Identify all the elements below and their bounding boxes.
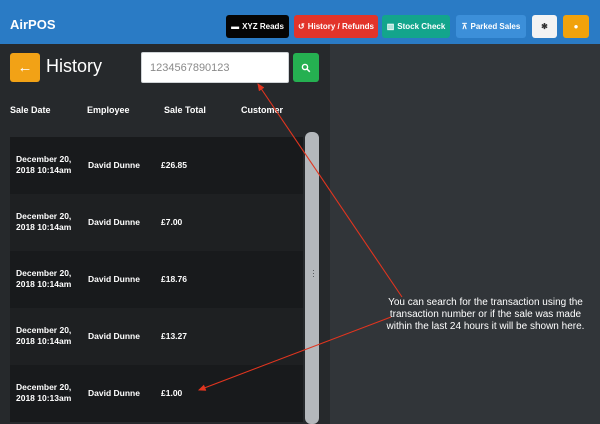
sale-date-cell: December 20, 2018 10:13am (16, 382, 72, 403)
stock-check-label: Stock Check (397, 22, 446, 31)
stock-check-button[interactable]: ▥ Stock Check (382, 15, 450, 38)
sale-total-cell: £7.00 (161, 217, 183, 227)
user-icon: ● (573, 22, 579, 31)
search-input[interactable] (141, 52, 289, 83)
column-header-sale-date[interactable]: Sale Date (10, 105, 51, 115)
sale-total-cell: £13.27 (161, 331, 187, 341)
sale-total-cell: £18.76 (161, 274, 187, 284)
history-panel: ← History Sale Date Employee Sale Total … (0, 44, 330, 424)
user-button[interactable]: ● (563, 15, 589, 38)
parked-sales-label: Parked Sales (470, 22, 521, 31)
arrow-left-icon: ← (17, 59, 33, 76)
sale-date-cell: December 20, 2018 10:14am (16, 268, 72, 289)
page-title: History (46, 56, 103, 76)
sale-total-cell: £26.85 (161, 160, 187, 170)
settings-button[interactable]: ✱ (532, 15, 557, 38)
employee-cell: David Dunne (88, 388, 140, 398)
app-brand: AirPOS (10, 17, 56, 32)
column-header-sale-total[interactable]: Sale Total (164, 105, 206, 115)
history-refunds-label: History / Refunds (307, 22, 374, 31)
search-icon (301, 63, 311, 72)
barcode-icon: ▥ (386, 22, 395, 31)
table-row[interactable]: December 20, 2018 10:14am David Dunne £1… (10, 308, 303, 365)
history-icon: ↺ (298, 22, 305, 31)
scroll-grip-icon: ⋯ (309, 269, 319, 278)
parked-icon: ⊼ (461, 22, 468, 31)
employee-cell: David Dunne (88, 274, 140, 284)
sale-date-cell: December 20, 2018 10:14am (16, 154, 72, 175)
employee-cell: David Dunne (88, 331, 140, 341)
parked-sales-button[interactable]: ⊼ Parked Sales (456, 15, 526, 38)
column-header-employee[interactable]: Employee (87, 105, 130, 115)
history-refunds-button[interactable]: ↺ History / Refunds (294, 15, 378, 38)
annotation-text: You can search for the transaction using… (386, 297, 585, 332)
table-row[interactable]: December 20, 2018 10:13am David Dunne £1… (10, 365, 303, 422)
employee-cell: David Dunne (88, 160, 140, 170)
table-row[interactable]: December 20, 2018 10:14am David Dunne £1… (10, 251, 303, 308)
xyz-reads-label: XYZ Reads (242, 22, 284, 31)
table-row[interactable]: December 20, 2018 10:14am David Dunne £2… (10, 137, 303, 194)
search-button[interactable] (293, 53, 319, 82)
table-row[interactable]: December 20, 2018 10:14am David Dunne £7… (10, 194, 303, 251)
back-button[interactable]: ← (10, 53, 40, 82)
scrollbar[interactable] (305, 132, 319, 424)
sale-date-cell: December 20, 2018 10:14am (16, 211, 72, 232)
sale-date-cell: December 20, 2018 10:14am (16, 325, 72, 346)
sale-total-cell: £1.00 (161, 388, 183, 398)
employee-cell: David Dunne (88, 217, 140, 227)
column-header-customer[interactable]: Customer (241, 105, 283, 115)
top-bar: AirPOS ▬ XYZ Reads ↺ History / Refunds ▥… (0, 0, 600, 44)
xyz-reads-button[interactable]: ▬ XYZ Reads (226, 15, 289, 38)
card-icon: ▬ (231, 22, 240, 31)
gear-icon: ✱ (541, 22, 548, 31)
